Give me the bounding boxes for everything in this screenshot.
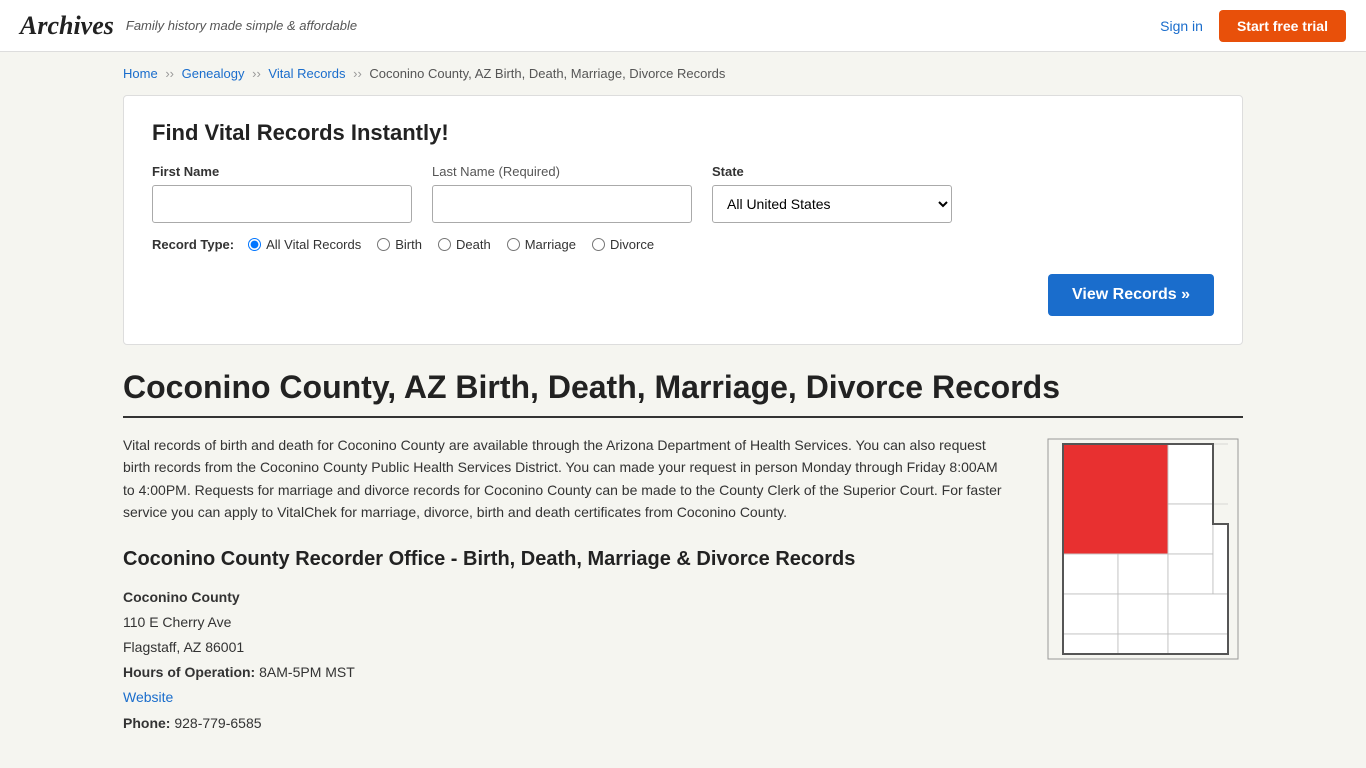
address-line2: Flagstaff, AZ 86001 <box>123 635 1013 660</box>
first-name-group: First Name <box>152 164 412 223</box>
radio-divorce[interactable]: Divorce <box>592 237 654 252</box>
search-title: Find Vital Records Instantly! <box>152 120 1214 146</box>
county-name: Coconino County <box>123 585 1013 610</box>
state-select[interactable]: All United States <box>712 185 952 223</box>
record-type-options: All Vital Records Birth Death Marriage D… <box>248 237 654 252</box>
breadcrumb-vital-records[interactable]: Vital Records <box>268 66 345 81</box>
radio-all-vital[interactable]: All Vital Records <box>248 237 361 252</box>
address-line1: 110 E Cherry Ave <box>123 610 1013 635</box>
record-type-row: Record Type: All Vital Records Birth Dea… <box>152 237 1214 252</box>
hours-label: Hours of Operation: <box>123 664 255 680</box>
state-label: State <box>712 164 952 179</box>
radio-marriage[interactable]: Marriage <box>507 237 576 252</box>
arizona-map <box>1043 434 1243 664</box>
content-text: Vital records of birth and death for Coc… <box>123 434 1013 736</box>
page-title: Coconino County, AZ Birth, Death, Marria… <box>123 369 1243 418</box>
phone-value: 928-779-6585 <box>174 715 261 731</box>
breadcrumb-genealogy[interactable]: Genealogy <box>182 66 245 81</box>
header-left: Archives Family history made simple & af… <box>20 11 357 41</box>
sep3: ›› <box>353 66 362 81</box>
radio-birth-input[interactable] <box>377 238 390 251</box>
website-link[interactable]: Website <box>123 689 173 705</box>
search-box: Find Vital Records Instantly! First Name… <box>123 95 1243 345</box>
recorder-title: Coconino County Recorder Office - Birth,… <box>123 548 1013 571</box>
state-group: State All United States <box>712 164 952 223</box>
logo: Archives <box>20 11 114 41</box>
last-name-group: Last Name (Required) <box>432 164 692 223</box>
hours-line: Hours of Operation: 8AM-5PM MST <box>123 660 1013 685</box>
view-records-button[interactable]: View Records » <box>1048 274 1214 316</box>
first-name-input[interactable] <box>152 185 412 223</box>
signin-link[interactable]: Sign in <box>1160 18 1203 34</box>
last-name-label: Last Name (Required) <box>432 164 692 179</box>
search-fields: First Name Last Name (Required) State Al… <box>152 164 1214 223</box>
description-paragraph: Vital records of birth and death for Coc… <box>123 434 1013 524</box>
address-block: Coconino County 110 E Cherry Ave Flagsta… <box>123 585 1013 736</box>
sep2: ›› <box>252 66 261 81</box>
header: Archives Family history made simple & af… <box>0 0 1366 52</box>
radio-death-input[interactable] <box>438 238 451 251</box>
main-content: Home ›› Genealogy ›› Vital Records ›› Co… <box>103 52 1263 750</box>
record-type-label: Record Type: <box>152 237 234 252</box>
phone-line: Phone: 928-779-6585 <box>123 711 1013 736</box>
start-trial-button[interactable]: Start free trial <box>1219 10 1346 42</box>
first-name-label: First Name <box>152 164 412 179</box>
tagline: Family history made simple & affordable <box>126 18 357 33</box>
map-container <box>1043 434 1243 736</box>
search-bottom: View Records » <box>152 264 1214 316</box>
hours-value: 8AM-5PM MST <box>259 664 355 680</box>
phone-label: Phone: <box>123 715 170 731</box>
content-section: Vital records of birth and death for Coc… <box>123 434 1243 736</box>
radio-marriage-input[interactable] <box>507 238 520 251</box>
last-name-input[interactable] <box>432 185 692 223</box>
radio-divorce-input[interactable] <box>592 238 605 251</box>
breadcrumb-current: Coconino County, AZ Birth, Death, Marria… <box>369 66 725 81</box>
breadcrumb-home[interactable]: Home <box>123 66 158 81</box>
website-line: Website <box>123 685 1013 710</box>
radio-all-vital-input[interactable] <box>248 238 261 251</box>
sep1: ›› <box>165 66 174 81</box>
breadcrumb: Home ›› Genealogy ›› Vital Records ›› Co… <box>123 66 1243 81</box>
header-right: Sign in Start free trial <box>1160 10 1346 42</box>
radio-death[interactable]: Death <box>438 237 491 252</box>
radio-birth[interactable]: Birth <box>377 237 422 252</box>
